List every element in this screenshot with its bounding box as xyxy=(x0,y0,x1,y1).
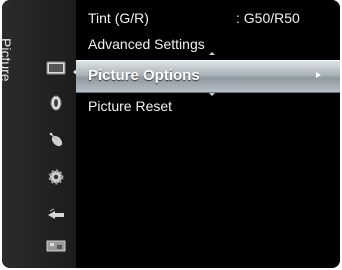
sidebar-panel: Picture xyxy=(2,0,78,268)
sound-icon[interactable] xyxy=(46,94,66,112)
tv-menu-frame: Picture Tint (G/R): G50/R50 Advanced Se… xyxy=(2,0,340,268)
tint-label: Tint (G/R) xyxy=(88,10,149,26)
tint-row[interactable]: Tint (G/R) : G50/R50 xyxy=(88,10,300,26)
menu-title: Picture xyxy=(2,38,20,98)
picture-reset-row[interactable]: Picture Reset xyxy=(88,98,172,114)
input-icon[interactable] xyxy=(46,206,66,224)
picture-icon[interactable] xyxy=(46,59,66,77)
setup-icon[interactable] xyxy=(46,168,66,186)
advanced-settings-label: Advanced Settings xyxy=(88,36,205,52)
picture-options-row[interactable]: Picture Options xyxy=(76,60,340,93)
menu-content: Tint (G/R) : G50/R50 Advanced Settings P… xyxy=(76,0,340,268)
tint-value: : G50/R50 xyxy=(236,10,300,26)
picture-reset-label: Picture Reset xyxy=(88,98,173,114)
channel-icon[interactable] xyxy=(46,131,66,149)
chevron-right-icon xyxy=(316,72,321,78)
advanced-settings-row[interactable]: Advanced Settings xyxy=(88,36,205,52)
application-icon[interactable] xyxy=(46,237,66,255)
menu-title-label: Picture xyxy=(2,38,14,82)
scroll-up-icon xyxy=(209,52,215,55)
scroll-down-icon xyxy=(209,93,215,96)
picture-options-label: Picture Options xyxy=(88,67,200,84)
